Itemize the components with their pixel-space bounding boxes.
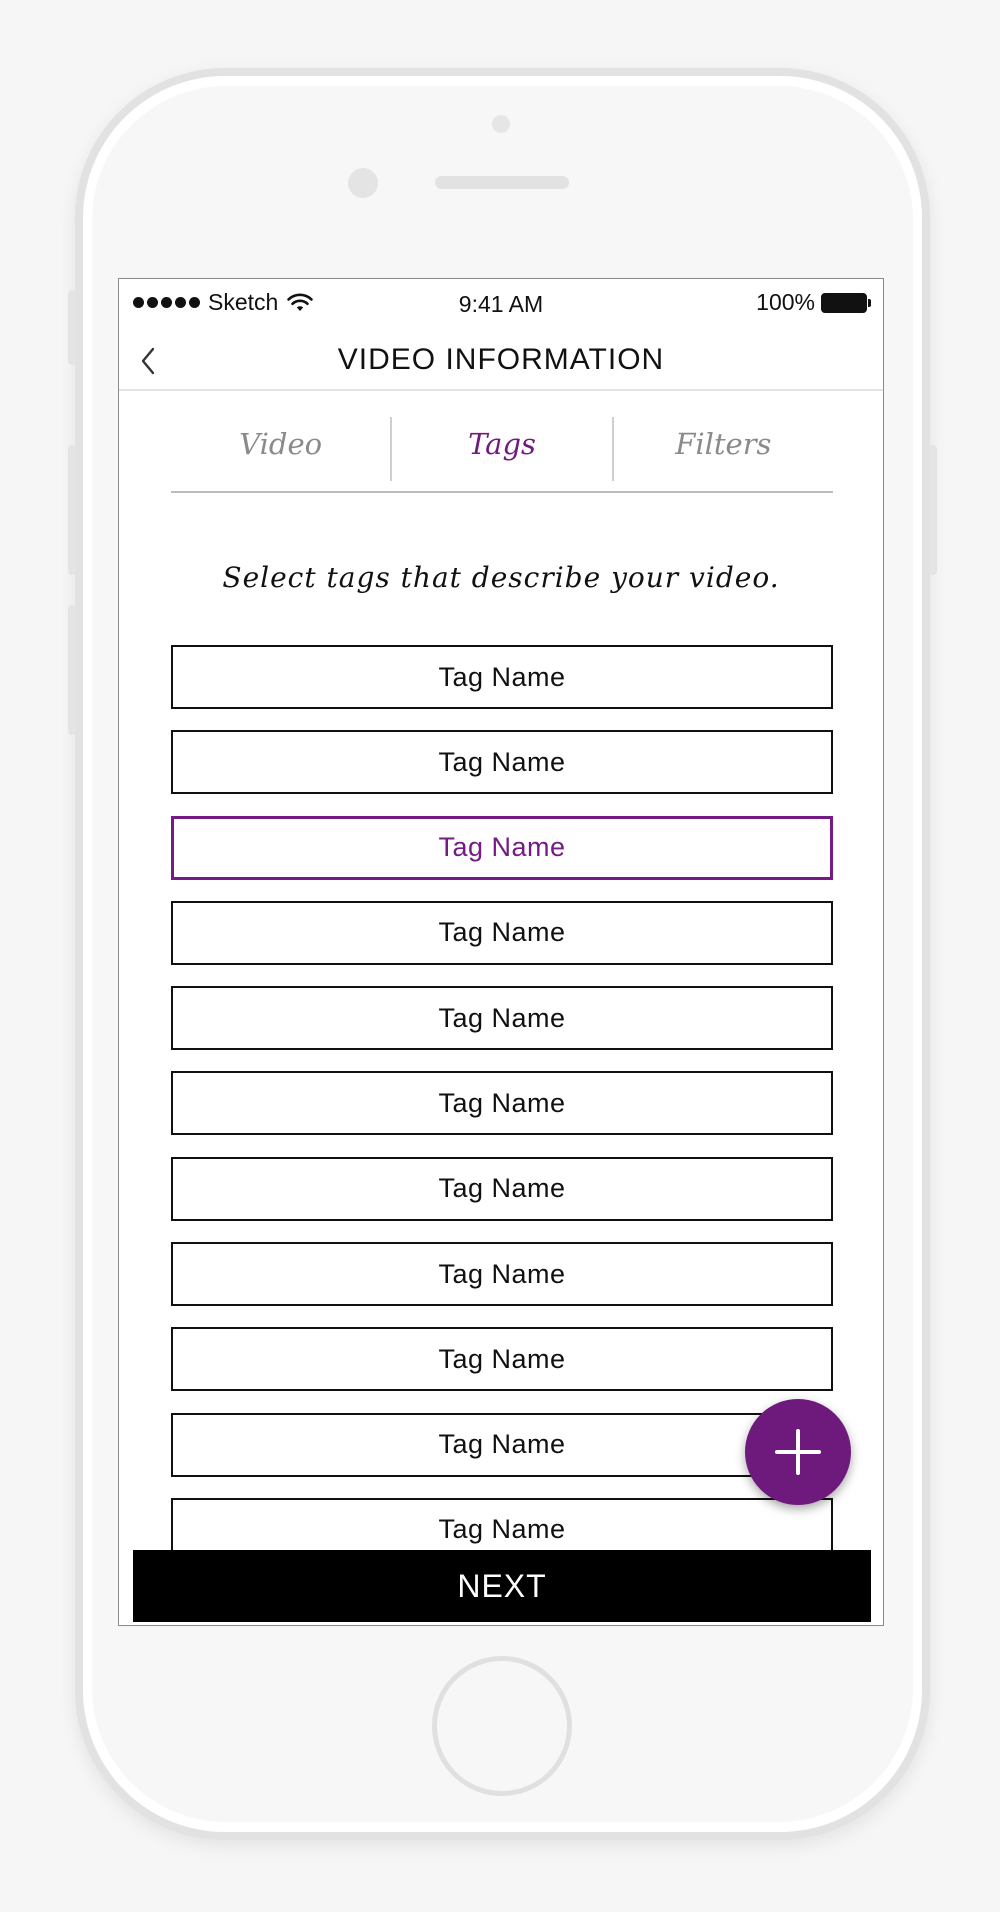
volume-up-button [68,445,76,575]
tag-option[interactable]: Tag Name [171,1071,833,1136]
earpiece-speaker [435,176,569,189]
plus-icon [775,1429,821,1475]
status-battery-group: 100% [756,289,871,316]
status-bar: Sketch 9:41 AM 100% [119,279,883,329]
tag-option[interactable]: Tag Name [171,900,833,965]
front-camera [348,168,378,198]
tab-tags[interactable]: Tags [392,409,611,491]
tag-option[interactable]: Tag Name [171,1242,833,1307]
tag-option[interactable]: Tag Name [171,730,833,795]
power-button [929,445,937,575]
instruction-text: Select tags that describe your video. [222,561,780,594]
next-button[interactable]: NEXT [133,1550,871,1622]
tag-option[interactable]: Tag Name [171,1327,833,1392]
add-tag-button[interactable] [745,1399,851,1505]
volume-down-button [68,605,76,735]
navigation-bar: VIDEO INFORMATION [119,329,883,391]
home-button[interactable] [432,1656,572,1796]
tag-option[interactable]: Tag Name [171,986,833,1051]
page-title: VIDEO INFORMATION [337,343,665,376]
sensor-dot [492,115,510,133]
tag-option[interactable]: Tag Name [171,645,833,709]
tag-list: Tag Name Tag Name Tag Name Tag Name Tag … [171,645,833,1583]
tag-option[interactable]: Tag Name [171,1412,833,1477]
mute-switch [68,290,76,365]
battery-percentage: 100% [756,289,815,315]
app-screen: Sketch 9:41 AM 100% VIDEO INFORMATION Vi… [118,278,884,1626]
tag-option[interactable]: Tag Name [171,1156,833,1221]
tab-bar: Video Tags Filters [171,409,833,493]
tab-filters[interactable]: Filters [614,409,833,491]
device-mockup: Sketch 9:41 AM 100% VIDEO INFORMATION Vi… [0,0,1000,1912]
battery-icon [821,292,871,314]
tab-video[interactable]: Video [171,409,390,491]
tag-option-selected[interactable]: Tag Name [171,815,833,880]
